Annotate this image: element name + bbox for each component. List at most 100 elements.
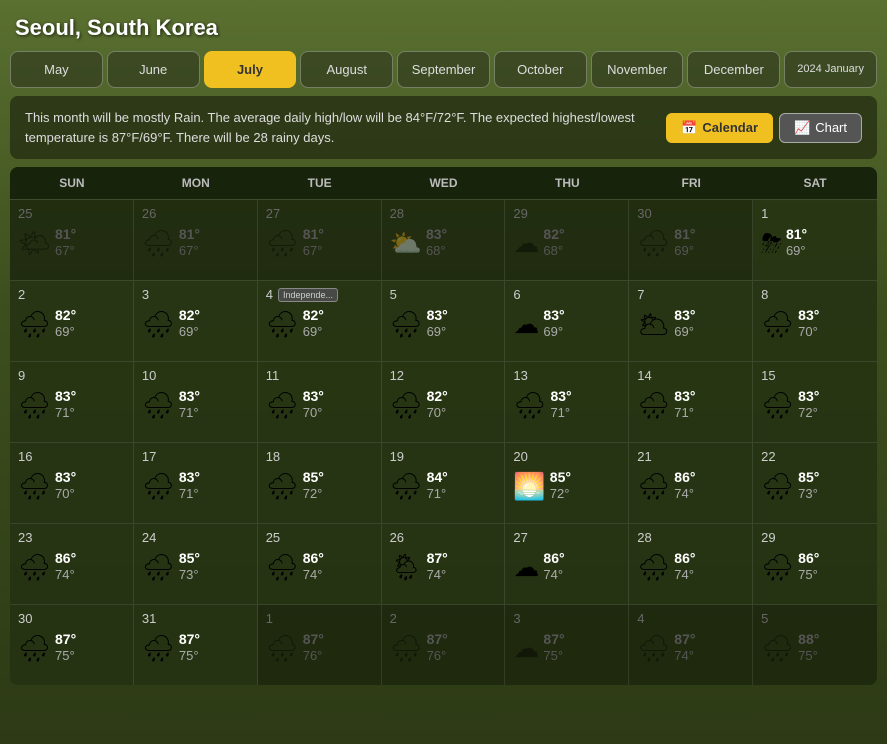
- weather-icon: 🌧: [637, 635, 670, 661]
- month-tab-may[interactable]: May: [10, 51, 103, 88]
- cal-cell[interactable]: 26🌦87°74°: [382, 524, 506, 604]
- weather-area: 🌧83°72°: [761, 387, 869, 422]
- month-tab-july[interactable]: July: [204, 51, 297, 88]
- month-tab-november[interactable]: November: [591, 51, 684, 88]
- date-number: 8: [761, 287, 869, 302]
- temp-high: 84°: [427, 468, 448, 486]
- cal-cell[interactable]: 6☁83°69°: [505, 281, 629, 361]
- cal-cell[interactable]: 29☁82°68°: [505, 200, 629, 280]
- weather-icon: ⛈: [761, 230, 782, 256]
- weather-icon: 🌧: [142, 554, 175, 580]
- weather-icon: 🌧: [18, 635, 51, 661]
- calendar-button[interactable]: 📅 Calendar: [666, 113, 773, 143]
- temp-low: 71°: [674, 405, 695, 422]
- weather-icon: 🌥: [637, 311, 670, 337]
- temps: 87°74°: [674, 630, 695, 665]
- temp-low: 75°: [798, 648, 819, 665]
- weather-icon: 🌤: [18, 230, 51, 256]
- month-tab-december[interactable]: December: [687, 51, 780, 88]
- chart-button[interactable]: 📈 Chart: [779, 113, 862, 143]
- temp-high: 83°: [179, 468, 200, 486]
- weather-area: 🌧87°74°: [637, 630, 744, 665]
- temp-high: 81°: [786, 225, 807, 243]
- cal-cell[interactable]: 3☁87°75°: [505, 605, 629, 685]
- cal-cell[interactable]: 29🌧86°75°: [753, 524, 877, 604]
- temp-low: 74°: [427, 567, 448, 584]
- temp-low: 72°: [303, 486, 324, 503]
- cal-cell[interactable]: 31🌧87°75°: [134, 605, 258, 685]
- cal-cell[interactable]: 1🌧87°76°: [258, 605, 382, 685]
- cal-cell[interactable]: 3🌧82°69°: [134, 281, 258, 361]
- cal-cell[interactable]: 13🌧83°71°: [505, 362, 629, 442]
- cal-cell[interactable]: 11🌧83°70°: [258, 362, 382, 442]
- weather-area: 🌧86°74°: [266, 549, 373, 584]
- temps: 85°73°: [798, 468, 819, 503]
- date-number: 31: [142, 611, 249, 626]
- temp-low: 75°: [798, 567, 819, 584]
- calendar-row-5: 30🌧87°75°31🌧87°75°1🌧87°76°2🌧87°76°3☁87°7…: [10, 604, 877, 685]
- temp-high: 83°: [427, 306, 448, 324]
- temps: 81°67°: [179, 225, 200, 260]
- month-tab-june[interactable]: June: [107, 51, 200, 88]
- cal-cell[interactable]: 30🌧81°69°: [629, 200, 753, 280]
- temps: 86°74°: [543, 549, 564, 584]
- temps: 83°71°: [55, 387, 76, 422]
- cal-cell[interactable]: 16🌧83°70°: [10, 443, 134, 523]
- temps: 86°75°: [798, 549, 819, 584]
- cal-cell[interactable]: 18🌧85°72°: [258, 443, 382, 523]
- cal-cell[interactable]: 25🌧86°74°: [258, 524, 382, 604]
- cal-cell[interactable]: 26🌧81°67°: [134, 200, 258, 280]
- cal-cell[interactable]: 19🌧84°71°: [382, 443, 506, 523]
- cal-cell[interactable]: 20🌅85°72°: [505, 443, 629, 523]
- date-number: 3: [513, 611, 620, 626]
- month-tab-september[interactable]: September: [397, 51, 490, 88]
- cal-cell[interactable]: 27🌧81°67°: [258, 200, 382, 280]
- weather-icon: 🌧: [266, 554, 299, 580]
- cal-cell[interactable]: 9🌧83°71°: [10, 362, 134, 442]
- cal-cell[interactable]: 1⛈81°69°: [753, 200, 877, 280]
- cal-cell[interactable]: 2🌧82°69°: [10, 281, 134, 361]
- cal-cell[interactable]: 25🌤81°67°: [10, 200, 134, 280]
- cal-cell[interactable]: 30🌧87°75°: [10, 605, 134, 685]
- temps: 81°67°: [303, 225, 324, 260]
- cal-cell[interactable]: 5🌧88°75°: [753, 605, 877, 685]
- temp-high: 83°: [543, 306, 564, 324]
- cal-cell[interactable]: 24🌧85°73°: [134, 524, 258, 604]
- temp-high: 86°: [55, 549, 76, 567]
- temp-high: 86°: [798, 549, 819, 567]
- temp-low: 72°: [798, 405, 819, 422]
- month-tab-august[interactable]: August: [300, 51, 393, 88]
- month-tab-october[interactable]: October: [494, 51, 587, 88]
- date-number: 9: [18, 368, 125, 383]
- weather-icon: ☁: [513, 635, 539, 661]
- weather-icon: 🌧: [761, 635, 794, 661]
- cal-cell[interactable]: 28⛅83°68°: [382, 200, 506, 280]
- cal-cell[interactable]: 23🌧86°74°: [10, 524, 134, 604]
- cal-cell[interactable]: 12🌧82°70°: [382, 362, 506, 442]
- weather-area: 🌧86°74°: [637, 549, 744, 584]
- cal-cell[interactable]: 15🌧83°72°: [753, 362, 877, 442]
- cal-cell[interactable]: 8🌧83°70°: [753, 281, 877, 361]
- cal-cell[interactable]: 21🌧86°74°: [629, 443, 753, 523]
- temp-low: 74°: [55, 567, 76, 584]
- cal-cell[interactable]: 4 🌧87°74°: [629, 605, 753, 685]
- month-tab-2024-january[interactable]: 2024 January: [784, 51, 877, 88]
- date-number: 4: [637, 611, 744, 626]
- cal-cell[interactable]: 5🌧83°69°: [382, 281, 506, 361]
- cal-cell[interactable]: 14🌧83°71°: [629, 362, 753, 442]
- temp-low: 70°: [55, 486, 76, 503]
- cal-cell[interactable]: 10🌧83°71°: [134, 362, 258, 442]
- temp-high: 83°: [179, 387, 200, 405]
- cal-cell[interactable]: 4Independe...🌧82°69°: [258, 281, 382, 361]
- date-number: 30: [18, 611, 125, 626]
- cal-cell[interactable]: 27☁86°74°: [505, 524, 629, 604]
- cal-cell[interactable]: 22🌧85°73°: [753, 443, 877, 523]
- cal-cell[interactable]: 28🌧86°74°: [629, 524, 753, 604]
- day-headers: SUNMONTUEWEDTHUFRISAT: [10, 167, 877, 199]
- weather-icon: 🌧: [761, 554, 794, 580]
- cal-cell[interactable]: 2🌧87°76°: [382, 605, 506, 685]
- cal-cell[interactable]: 17🌧83°71°: [134, 443, 258, 523]
- cal-cell[interactable]: 7🌥83°69°: [629, 281, 753, 361]
- temps: 83°71°: [550, 387, 571, 422]
- weather-icon: 🌧: [18, 311, 51, 337]
